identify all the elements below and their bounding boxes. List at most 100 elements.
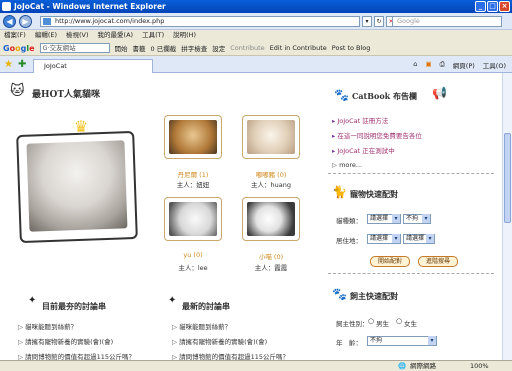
ie-icon [2,2,11,11]
top-cat-image [26,140,128,232]
menu-help[interactable]: 說明(H) [173,30,196,41]
status-zone: 網際網路 [410,362,436,370]
dropdown-icon[interactable]: ▾ [362,16,372,27]
scrollbar-thumb[interactable] [504,133,511,223]
menu-edit[interactable]: 編輯(E) [35,30,57,41]
cat-name-3[interactable]: yu (0) [158,251,228,259]
edit-contribute-button[interactable]: Edit in Contribute [270,44,327,52]
age-select[interactable]: 不拘 [367,336,437,346]
menu-view[interactable]: 檢視(V) [66,30,89,41]
male-radio[interactable]: ○ [368,317,374,325]
pet-search-button[interactable]: 開始配對 [370,256,410,267]
window-title: JoJoCat - Windows Internet Explorer [14,2,166,11]
zoom-level[interactable]: 100% [470,361,489,371]
board-title: CatBook 布告欄 [352,91,418,101]
area-select-2[interactable]: 請選擇 [403,234,435,244]
address-bar[interactable]: http://www.jojocat.com/index.php [40,16,360,27]
tools-menu[interactable]: 工具(O) [483,60,506,70]
top-cat-photo[interactable] [16,130,138,244]
pet-doodle-icon: 🐈 [332,185,347,199]
owner-doodle-icon: 🐾 [332,287,347,301]
cat-name-1[interactable]: 丹尼爾 (1) [158,169,228,179]
cat-name-2[interactable]: 嘟嘟豬 (0) [236,169,306,179]
board-link-1[interactable]: JoJoCat 註冊方法 [332,115,388,125]
divider-2 [328,273,494,274]
area-select[interactable]: 請選擇 [367,234,401,244]
post-blog-button[interactable]: Post to Blog [332,44,371,52]
close-button[interactable]: × [499,1,510,12]
menu-favorites[interactable]: 我的最愛(A) [98,30,134,41]
cat-thumb-4[interactable] [242,197,300,241]
address-row: ◀ ▶ http://www.jojocat.com/index.php ▾ ↻… [0,13,512,30]
tab-jojocat[interactable]: JoJoCat [33,59,153,73]
divider [328,173,494,174]
settings-button[interactable]: 設定 [212,43,225,53]
gender-label: 飼主性別： [336,320,369,328]
cat-owner-1: 主人：妞妞 [176,181,210,189]
new-discussions-title: 最新的討論串 [182,301,230,311]
breed-select-2[interactable]: 不拘 [403,214,431,224]
hot-item-2[interactable]: 請擁有寵物新養的實驗(會)(會) [18,336,113,346]
search-input[interactable]: Google [392,16,502,27]
hot-discussions-title: 目前最夯的討論串 [42,301,106,311]
menu-bar: 檔案(F) 編輯(E) 檢視(V) 我的最愛(A) 工具(T) 說明(H) [0,30,512,41]
new-item-3[interactable]: 請問博物館的價值有超過115公斤嗎？ [172,351,289,360]
cat-owner-2: 主人：huang [251,181,291,189]
favorites-star-icon[interactable]: ★ [4,59,13,70]
globe-icon: 🌐 [398,362,407,370]
female-radio[interactable]: ○ [396,317,402,325]
popular-title: 最HOT人氣貓咪 [32,90,101,100]
minimize-button[interactable]: _ [475,1,486,12]
google-toolbar: Google G·交友網站 開始 書籤 0 已攔截 拼字檢查 設定 Contri… [0,41,512,56]
hot-item-3[interactable]: 請問博物館的價值有超過115公斤嗎？ [18,351,135,360]
google-search-input[interactable]: G·交友網站 [39,43,110,53]
hot-doodle-icon: ✦ [28,295,37,306]
contribute-button[interactable]: Contribute [230,44,264,52]
cat-doodle-icon-2: 🐾 [334,88,349,102]
cat-owner-3: 主人：lee [178,264,208,272]
bookmarks-button[interactable]: 書籤 [133,43,146,53]
refresh-icon[interactable]: ↻ [374,16,384,27]
popup-blocked-button[interactable]: 0 已攔截 [151,43,177,53]
tab-row: ★ ✚ JoJoCat ⌂ ▣ ⎙ 網頁(P) 工具(O) [0,56,512,73]
cat-thumb-2[interactable] [242,115,300,159]
hot-item-1[interactable]: 貓咪能聽到絲薪？ [18,321,77,331]
forward-icon[interactable]: ▶ [19,15,32,28]
advanced-search-button[interactable]: 進階搜尋 [418,256,458,267]
maximize-button[interactable]: □ [487,1,498,12]
address-url: http://www.jojocat.com/index.php [55,17,165,25]
menu-file[interactable]: 檔案(F) [4,30,26,41]
new-item-1[interactable]: 貓咪能聽到絲薪？ [172,321,231,331]
cat-thumb-1[interactable] [164,115,222,159]
pet-search-title: 寵物快速配對 [350,189,398,199]
cat-owner-4: 主人：霞霞 [254,264,288,272]
cat-doodle-icon: 🐱 [10,83,25,99]
google-open-button[interactable]: 開始 [115,43,128,53]
cat-name-4[interactable]: 小喵 (0) [236,251,306,261]
title-bar: JoJoCat - Windows Internet Explorer _ □ … [0,0,512,13]
back-icon[interactable]: ◀ [3,15,16,28]
home-icon[interactable]: ⌂ [413,60,417,70]
print-icon[interactable]: ⎙ [440,60,445,70]
menu-tools[interactable]: 工具(T) [142,30,164,41]
cat-thumb-3[interactable] [164,197,222,241]
breed-select[interactable]: 請選擇 [367,214,401,224]
megaphone-icon: 📢 [432,86,447,100]
page-menu[interactable]: 網頁(P) [453,60,475,70]
board-link-3[interactable]: JoJoCat 正在測試中 [332,145,394,155]
area-label: 居住地： [336,237,362,245]
male-label: 男生 [376,320,389,328]
add-favorites-icon[interactable]: ✚ [18,59,26,70]
status-bar: 🌐 網際網路 100% [0,360,512,371]
vertical-scrollbar[interactable] [502,73,512,360]
new-item-2[interactable]: 請擁有寵物新養的實驗(會)(會) [172,336,267,346]
board-more-link[interactable]: more... [332,161,362,169]
page-content: 🐱 最HOT人氣貓咪 ♛ 丹尼爾 (1) 主人：妞妞 嘟嘟豬 (0) 主人：hu… [0,73,502,360]
google-logo: Google [3,43,35,53]
female-label: 女生 [404,320,417,328]
rss-icon[interactable]: ▣ [425,60,431,70]
age-label: 年 齡： [336,339,362,347]
spellcheck-button[interactable]: 拼字檢查 [181,43,207,53]
board-link-2[interactable]: 在這一同說明您免費要告各位 [332,130,422,140]
new-doodle-icon: ✦ [168,295,177,306]
